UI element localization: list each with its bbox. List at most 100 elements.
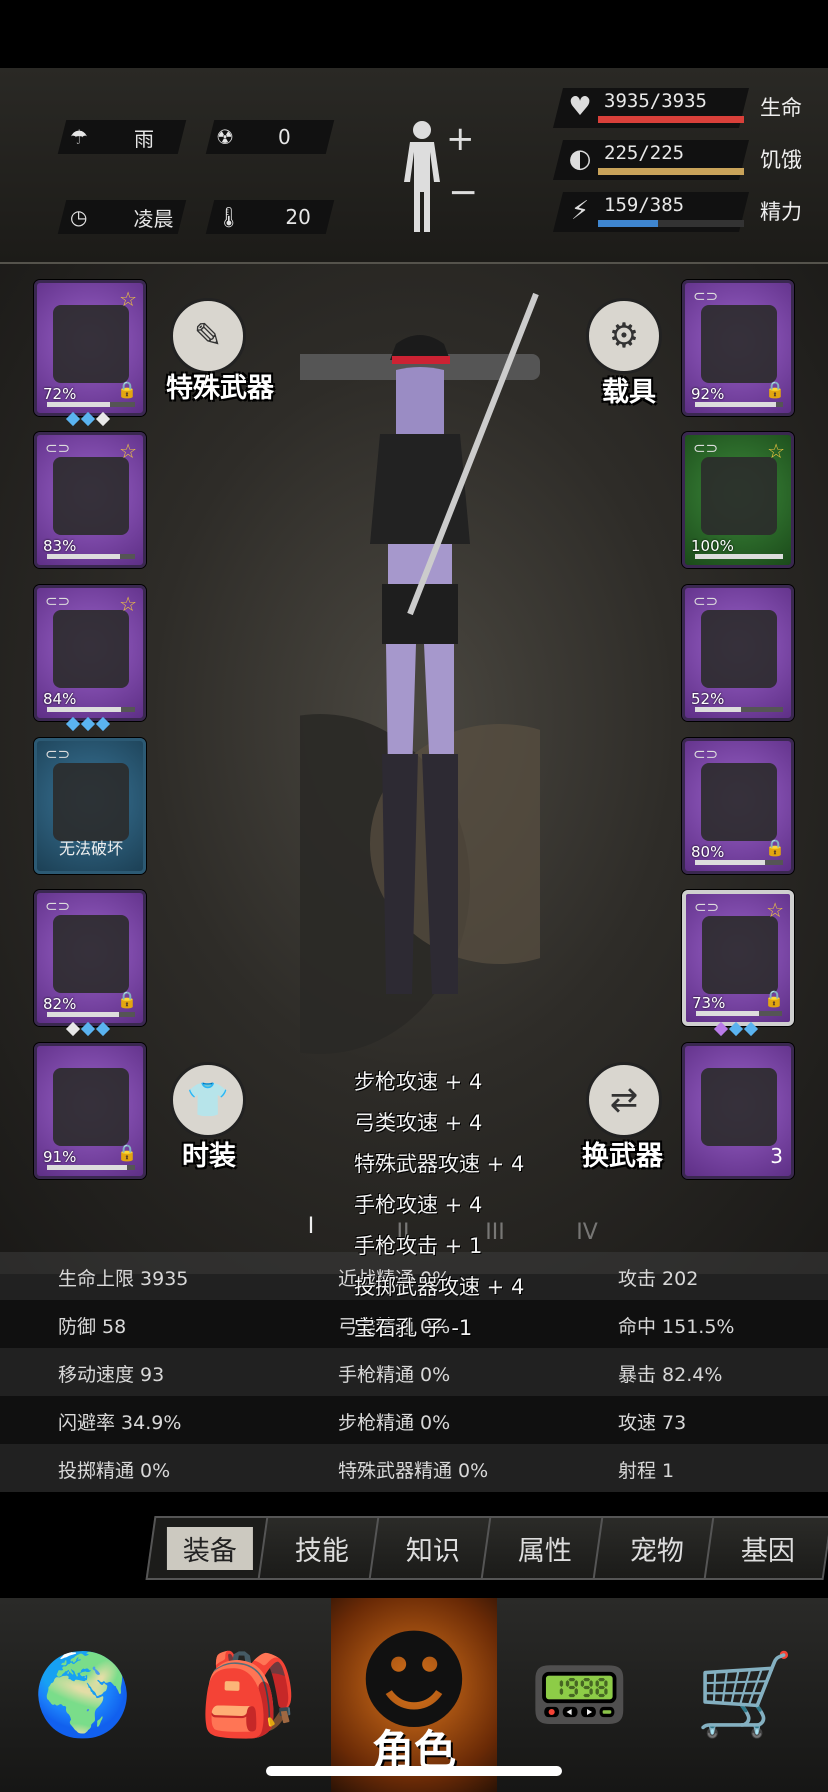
star-icon: ☆ [767,439,785,463]
durability-bar [47,707,135,712]
durability-bar [695,860,783,865]
pants-slot[interactable]: ⊂⊃ 🔒 82% [34,890,146,1026]
boots-slot[interactable]: 🔒 91% [34,1043,146,1179]
mask-slot[interactable]: ⊂⊃ ☆ 100% [682,432,794,568]
tab-1[interactable]: 技能 [257,1516,386,1580]
tab-3[interactable]: 属性 [480,1516,610,1580]
gem-slots [65,1021,111,1037]
nav-character[interactable]: ☻ 角色 [331,1598,497,1792]
nav-globe[interactable]: 🌍 [0,1598,166,1792]
gem-slots [713,1021,759,1037]
item-image [53,305,129,383]
item-image [53,457,129,535]
bonus-tooltip: 步枪攻速 + 4 弓类攻速 + 4 特殊武器攻速 + 4 手枪攻速 + 4 手枪攻击 +… [354,1062,584,1349]
durability-percent: 92% [691,385,725,403]
item-image [53,915,129,993]
durability-fill [695,402,776,407]
nav-radio[interactable]: 📟 [497,1598,663,1792]
clock-icon: ◷ [70,205,88,229]
gem-icon [65,411,81,427]
durability-bar [695,707,783,712]
stat-cell: 防御 58 [58,1316,127,1338]
link-icon: ⊂⊃ [45,439,71,457]
stat-cell: 步枪精通 0% [338,1412,451,1434]
durability-percent: 52% [691,690,725,708]
link-icon: ⊂⊃ [45,745,71,763]
vital-bar-fill [598,116,744,123]
vest-slot[interactable]: ⊂⊃ 52% [682,585,794,721]
durability-bar [695,554,783,559]
gem-icon [65,1021,81,1037]
home-indicator [266,1766,562,1776]
character-figure [300,292,540,1054]
rain-icon: ☂ [70,125,88,149]
item-image [701,1068,777,1146]
gem-icon [65,716,81,732]
goggles-slot[interactable]: ⊂⊃ 🔒 92% [682,280,794,416]
vehicle-button[interactable]: ⚙ [586,298,662,374]
stat-cell: 攻击 202 [618,1268,699,1290]
jacket-slot[interactable]: ⊂⊃ ☆ 84% [34,585,146,721]
bonus-line: 特殊武器攻速 + 4 [354,1152,525,1176]
body-status-button[interactable]: + − [396,116,478,236]
link-icon: ⊂⊃ [693,439,719,457]
time-label: 凌晨 [133,206,174,231]
tab-label: 基因 [741,1535,796,1567]
bottom-nav: 🌍 🎒 ☻ 角色 📟 🛒 [0,1598,828,1792]
stat-cell: 命中 151.5% [618,1316,735,1338]
radio-icon: 📟 [529,1648,630,1741]
tab-label: 知识 [406,1535,461,1567]
lock-icon: 🔒 [117,990,137,1009]
tab-5[interactable]: 基因 [703,1516,828,1580]
fashion-button[interactable]: 👕 [170,1062,246,1138]
item-count: 3 [770,1144,783,1168]
gem-icon [713,1021,729,1037]
star-icon: ☆ [119,592,137,616]
helmet-slot[interactable]: ☆ 🔒 72% [34,280,146,416]
nav-cart[interactable]: 🛒 [662,1598,828,1792]
vital-value: 159/385 [604,194,685,216]
gem-icon [95,716,111,732]
bonus-line: 弓类攻速 + 4 [354,1111,483,1135]
durability-fill [47,1012,120,1017]
radiation-icon: ☢ [216,125,234,149]
vital-bar [598,168,744,175]
bonus-line: 步枪攻速 + 4 [354,1070,483,1094]
bonus-line: 手枪攻速 + 4 [354,1193,483,1217]
temperature-value: 20 [285,205,311,229]
status-bar [0,0,828,68]
link-icon: ⊂⊃ [45,592,71,610]
gem-icon [80,716,96,732]
backpack-slot[interactable]: ⊂⊃ 无法破坏 [34,738,146,874]
shield-slot[interactable]: ⊂⊃ 🔒 80% [682,738,794,874]
outfit-1-tshirt-icon[interactable]: I [276,1184,346,1258]
durability-bar [47,554,135,559]
svg-text:−: − [448,172,476,213]
tab-2[interactable]: 知识 [368,1516,498,1580]
tab-label: 宠物 [629,1535,684,1567]
molotov-slot[interactable]: 3 [682,1043,794,1179]
energy-icon: ⚡ [570,196,590,226]
vital-bar [598,116,744,123]
tab-0[interactable]: 装备 [145,1516,275,1580]
gem-icon [95,411,111,427]
shirt-slot[interactable]: ⊂⊃ ☆ 83% [34,432,146,568]
tab-bar: 装备 技能 知识 属性 宠物 基因 [145,1516,828,1580]
special-weapon-button[interactable]: ✎ [170,298,246,374]
swap-weapon-button[interactable]: ⇄ [586,1062,662,1138]
nav-backpack[interactable]: 🎒 [166,1598,332,1792]
katana-slot[interactable]: ⊂⊃ ☆ 🔒 73% [682,890,794,1026]
stats-row: 投掷精通 0% 特殊武器精通 0% 射程 1 [0,1444,828,1492]
durability-bar [47,1165,135,1170]
gem-slots [65,411,111,427]
stat-cell: 暴击 82.4% [618,1364,723,1386]
radiation-value: 0 [277,125,291,149]
bonus-line: 宝石孔 子 -1 [354,1316,473,1340]
durability-percent: 82% [43,995,77,1013]
link-icon: ⊂⊃ [693,592,719,610]
durability-fill [47,402,111,407]
tab-4[interactable]: 宠物 [592,1516,721,1580]
item-image [53,610,129,688]
backpack-icon: 🎒 [198,1648,299,1741]
stat-cell: 生命上限 3935 [58,1268,189,1290]
